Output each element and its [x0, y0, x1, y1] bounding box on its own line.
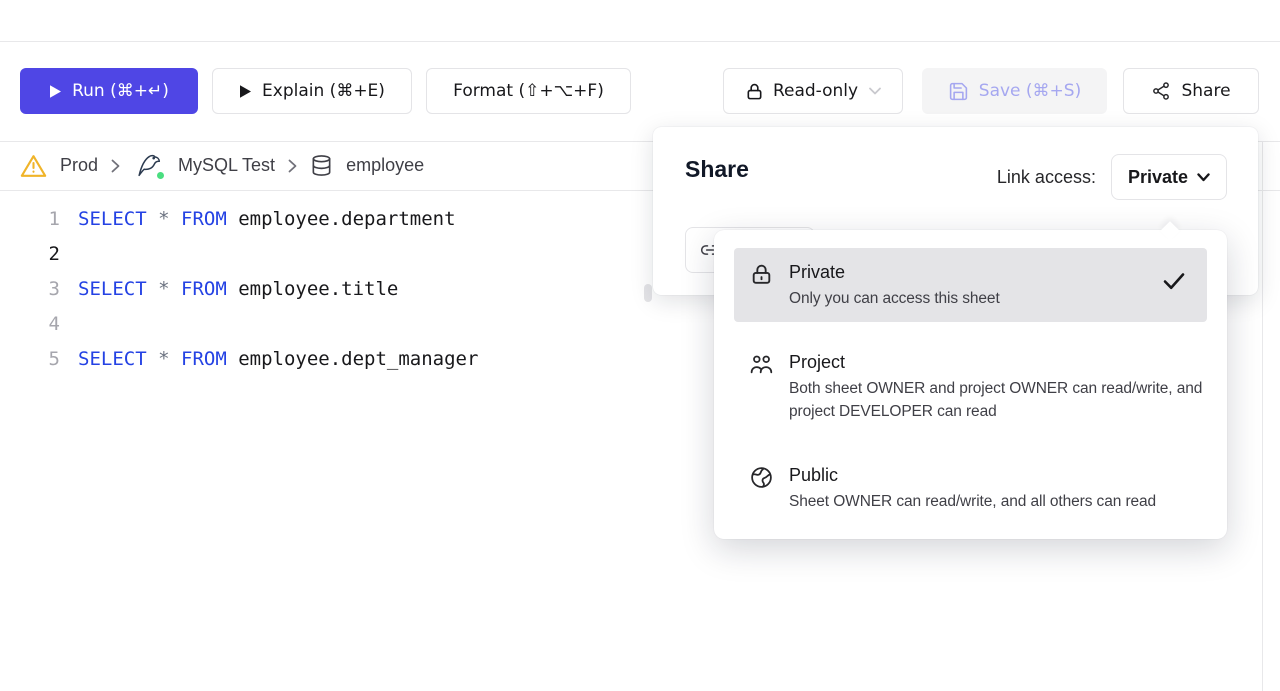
breadcrumb-database[interactable]: employee: [346, 155, 424, 176]
menu-item-description: Both sheet OWNER and project OWNER can r…: [789, 377, 1203, 423]
explain-button-label: Explain (⌘+E): [262, 81, 385, 101]
line-number: 3: [0, 278, 60, 300]
run-button-label: Run (⌘+↵): [72, 81, 169, 101]
code-line[interactable]: 5 SELECT * FROM employee.dept_manager: [0, 341, 478, 376]
readonly-label: Read-only: [773, 81, 858, 101]
lock-icon: [748, 261, 774, 287]
globe-icon: [748, 464, 774, 490]
chevron-down-icon: [1197, 173, 1210, 182]
play-icon: [239, 84, 252, 99]
lock-icon: [745, 82, 764, 101]
line-number: 1: [0, 208, 60, 230]
mysql-dolphin-icon: [133, 151, 165, 181]
breadcrumb-environment[interactable]: Prod: [60, 155, 98, 176]
save-icon: [948, 81, 969, 102]
sql-editor[interactable]: 1 SELECT * FROM employee.department 2 3 SELE…: [0, 201, 478, 376]
chevron-right-icon: [288, 159, 297, 173]
menu-item-title: Private: [789, 260, 1203, 285]
menu-item-description: Only you can access this sheet: [789, 287, 1203, 310]
header-divider: [0, 41, 1280, 42]
play-icon: [49, 84, 62, 99]
menu-item-public[interactable]: PublicSheet OWNER can read/write, and al…: [734, 451, 1207, 525]
code-text: SELECT * FROM employee.department: [78, 208, 456, 230]
line-number: 4: [0, 313, 60, 335]
menu-item-project[interactable]: ProjectBoth sheet OWNER and project OWNE…: [734, 338, 1207, 435]
line-number: 2: [0, 243, 60, 265]
menu-item-private[interactable]: PrivateOnly you can access this sheet: [734, 248, 1207, 322]
share-popover-title: Share: [685, 156, 749, 183]
code-text: SELECT * FROM employee.dept_manager: [78, 348, 478, 370]
code-line[interactable]: 1 SELECT * FROM employee.department: [0, 201, 478, 236]
menu-item-title: Public: [789, 463, 1203, 488]
save-button[interactable]: Save (⌘+S): [922, 68, 1107, 114]
link-access-dropdown[interactable]: Private: [1111, 154, 1227, 200]
menu-item-title: Project: [789, 350, 1203, 375]
code-line[interactable]: 4: [0, 306, 478, 341]
readonly-mode-dropdown[interactable]: Read-only: [723, 68, 903, 114]
share-icon: [1151, 81, 1171, 101]
chevron-down-icon: [869, 87, 881, 95]
line-number: 5: [0, 348, 60, 370]
code-text: SELECT * FROM employee.title: [78, 278, 398, 300]
link-access-label: Link access:: [997, 167, 1096, 188]
format-button-label: Format (⇧+⌥+F): [453, 81, 604, 101]
warning-triangle-icon: [20, 154, 47, 178]
menu-item-description: Sheet OWNER can read/write, and all othe…: [789, 490, 1203, 513]
link-access-menu: PrivateOnly you can access this sheet Pro…: [714, 230, 1227, 539]
users-icon: [748, 351, 774, 377]
run-button[interactable]: Run (⌘+↵): [20, 68, 198, 114]
check-icon: [1163, 272, 1185, 295]
instance-status-dot: [155, 170, 166, 181]
chevron-right-icon: [111, 159, 120, 173]
save-button-label: Save (⌘+S): [979, 81, 1081, 101]
right-panel-divider: [1262, 141, 1263, 691]
link-access-value: Private: [1128, 167, 1188, 188]
breadcrumb: Prod MySQL Test employee: [20, 142, 424, 189]
format-button[interactable]: Format (⇧+⌥+F): [426, 68, 631, 114]
code-line[interactable]: 2: [0, 236, 478, 271]
code-line[interactable]: 3 SELECT * FROM employee.title: [0, 271, 478, 306]
editor-scrollbar-thumb[interactable]: [644, 284, 652, 302]
breadcrumb-instance[interactable]: MySQL Test: [178, 155, 275, 176]
database-icon: [310, 154, 333, 177]
share-button-label: Share: [1181, 81, 1230, 101]
share-button[interactable]: Share: [1123, 68, 1259, 114]
explain-button[interactable]: Explain (⌘+E): [212, 68, 412, 114]
